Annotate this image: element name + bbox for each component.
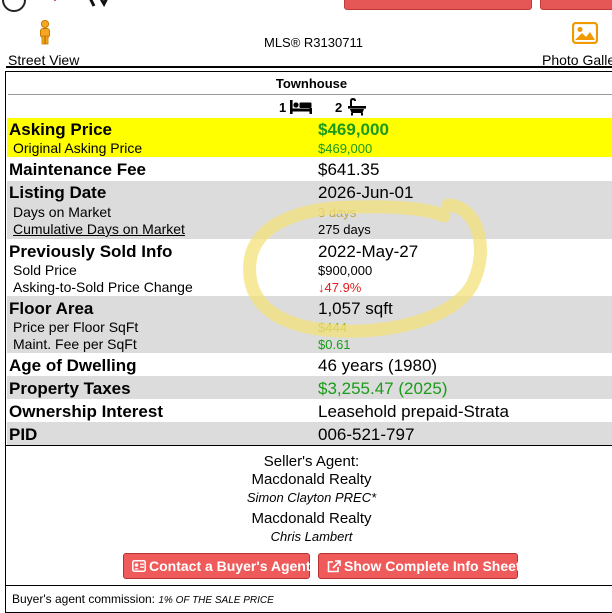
brokerage-name-1: Macdonald Realty bbox=[251, 471, 372, 488]
agent-divider bbox=[6, 445, 612, 446]
agent-name-1: Simon Clayton PREC* bbox=[246, 490, 377, 505]
floor-area-value: 1,057 sqft bbox=[318, 299, 393, 318]
seller-agent-header: Seller's Agent: bbox=[263, 453, 360, 470]
top-action-button-1[interactable] bbox=[344, 0, 532, 10]
age-of-dwelling-label: Age of Dwelling bbox=[9, 356, 137, 375]
previously-sold-date: 2022-May-27 bbox=[318, 242, 419, 261]
contact-buyers-agent-label[interactable]: Contact a Buyer's Agent bbox=[149, 558, 311, 574]
bed-icon bbox=[290, 100, 312, 114]
pointer-icon[interactable] bbox=[84, 0, 114, 10]
price-per-sqft-label: Price per Floor SqFt bbox=[13, 319, 139, 335]
cumulative-days-value: 275 days bbox=[318, 222, 371, 237]
property-type: Townhouse bbox=[275, 76, 348, 91]
asking-price-section: Asking Price $469,000 Original Asking Pr… bbox=[7, 118, 612, 157]
age-of-dwelling-value: 46 years (1980) bbox=[318, 356, 438, 375]
asking-price-value: $469,000 bbox=[318, 120, 389, 139]
asking-price-label: Asking Price bbox=[9, 120, 112, 139]
sold-price-value: $900,000 bbox=[318, 263, 373, 278]
show-complete-info-label[interactable]: Show Complete Info Sheet bbox=[344, 558, 521, 574]
original-asking-price-label: Original Asking Price bbox=[13, 140, 143, 156]
commission-divider bbox=[6, 585, 612, 586]
sold-price-label: Sold Price bbox=[13, 262, 77, 278]
brokerage-name-2: Macdonald Realty bbox=[251, 510, 372, 527]
commission-value: 1% OF THE SALE PRICE bbox=[158, 595, 274, 606]
contact-buyers-agent-button[interactable]: Contact a Buyer's Agent bbox=[123, 553, 311, 579]
history-icon[interactable] bbox=[2, 0, 26, 12]
listing-nav: Street View MLS® R3130711 Photo Gallery bbox=[0, 16, 612, 68]
nav-divider bbox=[6, 66, 612, 68]
show-complete-info-button[interactable]: Show Complete Info Sheet bbox=[318, 553, 521, 579]
listing-info-panel: Townhouse 1 2 Asking Price $469,000 Orig… bbox=[5, 71, 612, 613]
property-taxes-label: Property Taxes bbox=[9, 379, 131, 398]
agent-name-2: Chris Lambert bbox=[270, 529, 353, 544]
external-link-icon bbox=[327, 560, 341, 573]
days-on-market-label: Days on Market bbox=[13, 204, 112, 220]
bathroom-count: 2 bbox=[335, 100, 343, 115]
maintenance-fee-section: Maintenance Fee $641.35 bbox=[7, 157, 612, 179]
ownership-interest-value: Leasehold prepaid-Strata bbox=[318, 402, 509, 421]
mls-number: MLS® R3130711 bbox=[264, 35, 363, 50]
previously-sold-section: Previously Sold Info 2022-May-27 Sold Pr… bbox=[7, 239, 612, 296]
maint-fee-per-sqft-label: Maint. Fee per SqFt bbox=[13, 336, 137, 352]
maintenance-fee-value: $641.35 bbox=[318, 160, 380, 179]
listing-date-section: Listing Date 2026-Jun-01 Days on Market … bbox=[7, 181, 612, 239]
ownership-interest-section: Ownership Interest Leasehold prepaid-Str… bbox=[7, 399, 612, 422]
previously-sold-label: Previously Sold Info bbox=[9, 242, 173, 261]
ownership-interest-label: Ownership Interest bbox=[9, 402, 163, 421]
bathtub-icon bbox=[348, 98, 366, 116]
original-asking-price-value: $469,000 bbox=[318, 141, 373, 156]
commission-label: Buyer's agent commission: bbox=[12, 592, 156, 606]
buyers-agent-commission: Buyer's agent commission: 1% OF THE SALE… bbox=[12, 592, 274, 606]
type-divider bbox=[8, 94, 612, 95]
price-per-sqft-value: $444 bbox=[318, 320, 347, 335]
price-change-value: ↓47.9% bbox=[318, 280, 361, 295]
property-taxes-value: $3,255.47 (2025) bbox=[318, 379, 448, 398]
maintenance-fee-label: Maintenance Fee bbox=[9, 160, 146, 179]
contact-card-icon bbox=[132, 560, 146, 572]
pegman-icon bbox=[40, 20, 50, 45]
listing-date-value: 2026-Jun-01 bbox=[318, 183, 414, 202]
favorite-heart-icon[interactable] bbox=[44, 0, 66, 8]
pid-label: PID bbox=[9, 425, 38, 444]
floor-area-section: Floor Area 1,057 sqft Price per Floor Sq… bbox=[7, 296, 612, 353]
bedroom-count: 1 bbox=[279, 100, 287, 115]
top-toolbar bbox=[0, 0, 612, 16]
photo-gallery-icon bbox=[572, 22, 598, 44]
maint-fee-per-sqft-value: $0.61 bbox=[318, 337, 351, 352]
listing-date-label: Listing Date bbox=[9, 183, 107, 202]
property-taxes-section: Property Taxes $3,255.47 (2025) bbox=[7, 376, 612, 399]
top-action-button-2[interactable] bbox=[540, 0, 612, 10]
floor-area-label: Floor Area bbox=[9, 299, 94, 318]
age-of-dwelling-section: Age of Dwelling 46 years (1980) bbox=[7, 353, 612, 376]
price-change-label: Asking-to-Sold Price Change bbox=[13, 279, 193, 295]
pid-section: PID 006-521-797 bbox=[7, 422, 612, 445]
days-on-market-value: 3 days bbox=[318, 205, 357, 220]
cumulative-days-link[interactable]: Cumulative Days on Market bbox=[13, 221, 185, 237]
pid-value: 006-521-797 bbox=[318, 425, 415, 444]
price-change-percent: 47.9% bbox=[324, 280, 362, 295]
